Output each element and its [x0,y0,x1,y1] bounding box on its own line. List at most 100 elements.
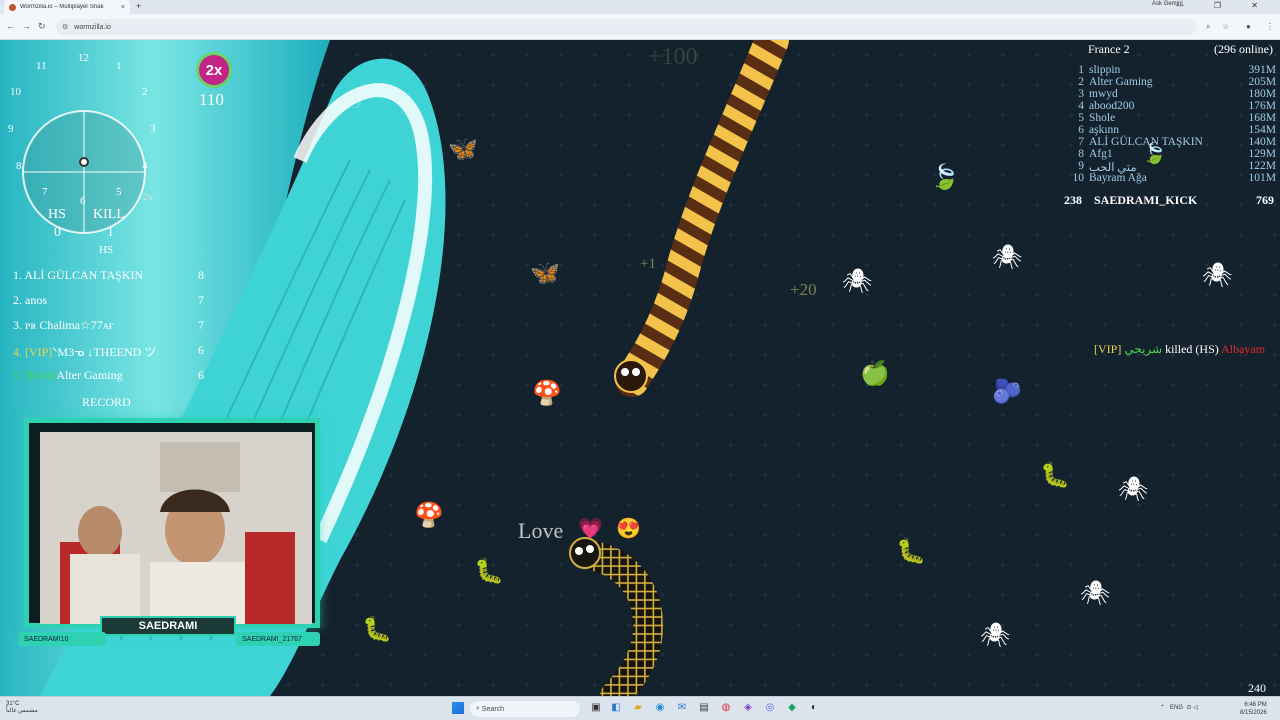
hs-rank: 4. [13,345,25,359]
site-favicon-icon [9,3,16,11]
lb-name: mwyd [1089,88,1118,100]
bonus-count: 110 [199,90,224,109]
minimap-hour-2: 2 [142,86,148,98]
spider-icon: 🕷 [980,623,1011,649]
kick-app-icon[interactable]: ◆ [786,702,798,714]
hs-score: 7 [198,318,204,332]
caterpillar-icon: 🐛 [896,539,926,565]
heart-eyes-emoji-icon: 😍 [616,518,641,540]
my-name: SAEDRAMI_KICK [1094,193,1198,207]
streamer-webcam-overlay: SAEDRAMI SAEDRAMI10 SAEDRAMI_21767 [14,410,320,648]
lb-name: Afg1 [1089,148,1113,160]
lb-name: abood200 [1089,100,1135,112]
edge-icon[interactable]: ◉ [654,702,666,714]
kick-handle: SAEDRAMI_21767 [236,632,320,646]
hs-name: ᐠΜ3ᓀ ↓THEEND ツ [52,345,157,359]
back-icon[interactable]: ← [6,21,15,31]
taskbar-search[interactable]: ⌕ Search [470,701,580,717]
heart-icon: 💗 [578,518,603,540]
bonus-2x-label: 2x [205,61,223,79]
store-icon[interactable]: ▤ [698,702,710,714]
clock-date: 8/15/2026 [1240,710,1267,716]
file-explorer-icon[interactable]: ▰ [632,702,644,714]
berry-icon: 🫐 [992,379,1022,405]
task-view-icon[interactable]: ▣ [590,702,602,714]
windows-taskbar: 31°C مشمس غالباً ⌕ Search ▣ ◧ ▰ ◉ ✉ ▤ ◍ … [0,696,1280,720]
lb-score: 205M [1248,76,1276,88]
hs-name: ALİ GÜLCAN TAŞKIN [24,268,144,282]
browser-tab[interactable]: Wormzilla.io – Multiplayer Snak × [4,0,130,14]
lb-rank: 7 [1078,136,1084,148]
leaf-icon: 🍃 [1142,143,1167,165]
leaderboard-row: 9 متي الحب 122M [1066,160,1276,174]
chat-love-text: Love [518,518,564,543]
tab-close-icon[interactable]: × [121,4,125,11]
leaf-icon: 🍃 [930,165,960,191]
record-label: RECORD [82,395,131,409]
hs-rank: 3. [13,318,25,332]
hs-row: 1. ALİ GÜLCAN TAŞKIN 8 [13,268,213,293]
weather-desc: مشمس غالباً [6,708,38,714]
lb-rank: 1 [1078,64,1084,76]
lb-score: 122M [1248,160,1276,172]
profile-icon[interactable]: ● [1246,22,1251,31]
hs-label: HS [48,207,66,222]
spider-icon: 🕷 [1118,477,1149,503]
hs-list-title: HS [99,244,114,256]
minimap-hour-12: 12 [78,52,89,64]
webcam-scene [40,432,312,624]
mail-icon[interactable]: ✉ [676,702,688,714]
reload-icon[interactable]: ↻ [38,21,46,32]
leaderboard-list: 1 slippin 391M 2 Alter Gaming 205M 3 mwyd 180M… [1066,64,1277,184]
weather-widget[interactable]: 31°C مشمس غالباً [6,701,38,715]
webcam-video [40,432,312,624]
length-counter: 240 [1248,681,1266,695]
instagram-handle: SAEDRAMI10 [18,632,106,646]
float-plus-1: +1 [640,256,656,272]
hs-row: 5. [Kick]Alter Gaming 6 [13,368,213,393]
language-indicator[interactable]: ENG [1170,705,1183,711]
game-canvas[interactable]: 12 1 2 3 4 5 6 7 8 9 10 11 2x 2x 110 HS … [0,40,1280,696]
killfeed-killer: شريحي [1124,342,1163,356]
taskbar-clock[interactable]: 6:46 PM 8/15/2026 [1240,701,1267,717]
minimap-hour-1: 1 [116,60,122,72]
menu-icon[interactable]: ⋮ [1266,22,1274,31]
lb-score: 129M [1248,148,1276,160]
zoom-icon[interactable]: ⌕ [1206,22,1210,32]
widgets-icon[interactable]: ◧ [610,702,622,714]
hs-score: 6 [198,368,204,382]
leaderboard-row: 2 Alter Gaming 205M [1066,76,1276,88]
start-button[interactable] [452,702,464,714]
hs-value: 0 [54,225,61,240]
hs-rank: 2. [13,293,25,307]
killfeed-tag: [VIP] [1094,342,1122,356]
lb-rank: 6 [1078,124,1084,136]
lb-rank: 8 [1078,148,1084,160]
leaderboard-row: 1 slippin 391M [1066,64,1276,76]
system-tray[interactable]: ⌃ ENG ⊙ ◁ [1160,704,1198,711]
bookmark-star-icon[interactable]: ☆ [1222,22,1229,31]
chrome-icon[interactable]: ◍ [720,702,732,714]
discord-icon[interactable]: ◎ [764,702,776,714]
obs-icon[interactable]: ◈ [742,702,754,714]
kill-feed: [VIP] شريحي killed (HS) Albayam [1094,342,1265,357]
steam-icon[interactable]: ◐ [808,702,820,714]
minimap-hour-9: 9 [8,123,14,135]
larva-bug-icon: 🐛 [362,617,392,643]
lb-name: Shole [1089,112,1116,124]
hs-rank: 5. [13,368,25,382]
hs-leaderboard: 1. ALİ GÜLCAN TAŞKIN 8 2. anos 7 3. ᴘʀ C… [13,268,213,393]
lb-score: 140M [1248,136,1276,148]
forward-icon[interactable]: → [22,21,31,31]
leaderboard-row: 4 abood200 176M [1066,100,1276,112]
site-info-icon[interactable]: ⚙ [62,23,68,31]
hs-row: 4. [VIP]ᐠΜ3ᓀ ↓THEEND ツ 6 [13,343,213,368]
address-bar-row: ← → ↻ ⚙ wormzilla.io ⌕ ☆ ● ⋮ [0,14,1280,40]
url-field[interactable]: ⚙ wormzilla.io [56,19,1196,35]
new-tab-button[interactable]: + [136,1,141,11]
window-controls[interactable]: — ❐ ✕ [1176,1,1272,10]
kill-label: KILL [93,207,125,222]
lb-rank: 3 [1078,88,1084,100]
my-rank: 238 [1064,193,1082,207]
minimap-hour-4: 4 [142,160,148,172]
